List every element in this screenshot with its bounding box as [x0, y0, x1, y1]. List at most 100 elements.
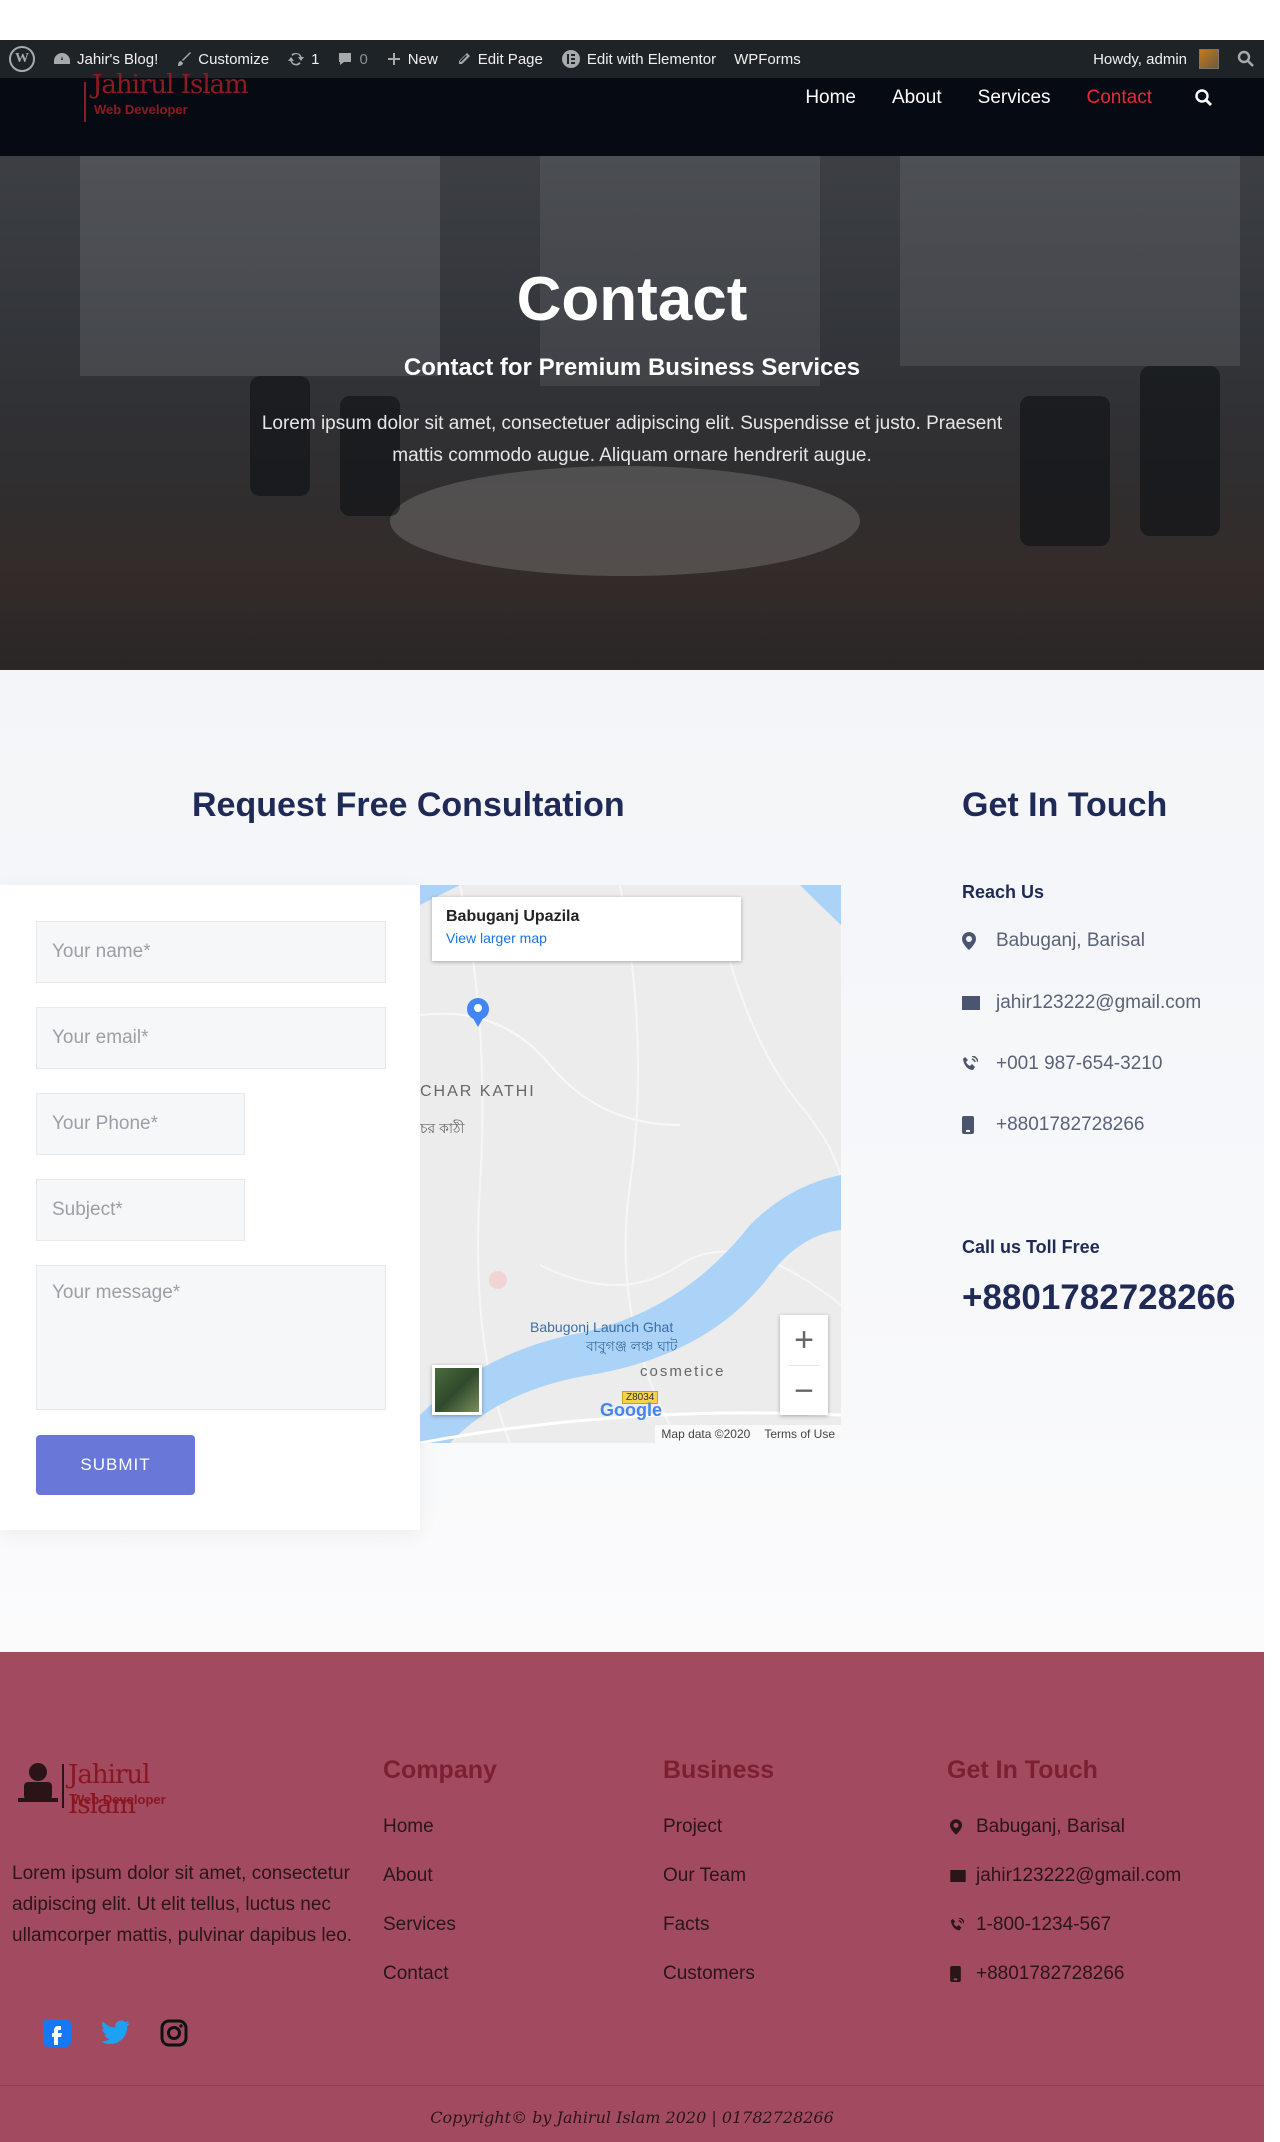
- map-label-launch-ghat: Babugonj Launch Ghat: [530, 1319, 674, 1335]
- customize-label: Customize: [198, 50, 270, 68]
- edit-page-link[interactable]: Edit Page: [447, 40, 552, 78]
- get-in-touch-title: Get In Touch: [962, 786, 1168, 824]
- brush-icon: [176, 51, 192, 67]
- zoom-in-button[interactable]: +: [780, 1315, 828, 1365]
- map-canvas: [420, 885, 841, 1443]
- footer-company-title: Company: [383, 1756, 497, 1784]
- nav-services[interactable]: Services: [960, 87, 1069, 109]
- copyright-text: Copyright© by Jahirul Islam 2020 | 01782…: [430, 2108, 834, 2127]
- map-place-title: Babuganj Upazila: [446, 908, 580, 925]
- contact-phone-text: +001 987-654-3210: [996, 1053, 1163, 1074]
- howdy-label: Howdy, admin: [1093, 50, 1187, 68]
- map-marker-icon: [962, 932, 996, 950]
- footer-link-customers[interactable]: Customers: [663, 1963, 755, 1985]
- wordpress-menu[interactable]: W: [0, 40, 44, 78]
- footer-link-about[interactable]: About: [383, 1865, 433, 1887]
- footer-logo-subtitle: Web Developer: [72, 1792, 166, 1807]
- footer-contact-address: Babuganj, Barisal: [950, 1816, 1125, 1838]
- email-field[interactable]: Your email*: [36, 1007, 386, 1069]
- consultation-form: Your name* Your email* Your Phone* Subje…: [0, 885, 420, 1530]
- google-logo: Google: [600, 1400, 662, 1421]
- hero-bg-chair: [1020, 396, 1110, 546]
- nav-search-icon[interactable]: [1170, 88, 1224, 108]
- top-strip: [0, 0, 1280, 40]
- message-field[interactable]: Your message*: [36, 1265, 386, 1410]
- phone-volume-icon: [962, 1056, 996, 1072]
- site-logo[interactable]: Jahirul Islam Web Developer: [30, 70, 250, 130]
- footer-link-services[interactable]: Services: [383, 1914, 456, 1936]
- footer-business-title: Business: [663, 1756, 775, 1784]
- edit-elementor-link[interactable]: Edit with Elementor: [552, 40, 725, 78]
- hero-bg-table: [390, 466, 860, 576]
- phone-field[interactable]: Your Phone*: [36, 1093, 245, 1155]
- wordpress-logo-icon: W: [9, 46, 35, 72]
- satellite-toggle[interactable]: [432, 1365, 482, 1415]
- updates-count: 1: [311, 50, 320, 68]
- contact-email-text: jahir123222@gmail.com: [996, 992, 1202, 1013]
- footer-contact-mobile[interactable]: +8801782728266: [950, 1963, 1124, 1985]
- twitter-icon[interactable]: [99, 2016, 133, 2050]
- edit-elementor-label: Edit with Elementor: [586, 50, 717, 68]
- footer-link-contact[interactable]: Contact: [383, 1963, 448, 1985]
- developer-avatar-icon: [18, 1763, 58, 1802]
- view-larger-map-link[interactable]: View larger map: [446, 930, 727, 946]
- footer-phone-text: 1-800-1234-567: [976, 1914, 1112, 1935]
- wpforms-link[interactable]: WPForms: [725, 40, 810, 78]
- footer-contact-title: Get In Touch: [947, 1756, 1098, 1784]
- facebook-icon[interactable]: [40, 2016, 74, 2050]
- footer-mobile-text: +8801782728266: [976, 1963, 1125, 1984]
- map-label-launch-ghat-bn: বাবুগঞ্জ লঞ্চ ঘাট: [586, 1338, 678, 1354]
- hero-subtitle: Contact for Premium Business Services: [403, 354, 861, 381]
- pencil-icon: [456, 51, 472, 67]
- submit-button[interactable]: SUBMIT: [36, 1435, 195, 1495]
- nav-about[interactable]: About: [874, 87, 960, 109]
- dashboard-icon: [53, 52, 71, 66]
- google-logo-text: Google: [600, 1400, 662, 1420]
- footer-description: Lorem ipsum dolor sit amet, consectetur …: [12, 1863, 353, 1946]
- instagram-icon[interactable]: [157, 2016, 191, 2050]
- plus-icon: [386, 51, 402, 67]
- footer-link-facts[interactable]: Facts: [663, 1914, 709, 1936]
- footer-link-project[interactable]: Project: [663, 1816, 722, 1838]
- comments-count: 0: [359, 50, 368, 68]
- terms-of-use-link[interactable]: Terms of Use: [764, 1427, 835, 1441]
- footer-logo[interactable]: Jahirul Islam Web Developer: [16, 1760, 206, 1820]
- map-attribution: Map data ©2020 Terms of Use: [655, 1425, 841, 1443]
- comments-link[interactable]: 0: [328, 40, 376, 78]
- adminbar-search[interactable]: [1228, 40, 1264, 78]
- account-menu[interactable]: Howdy, admin: [1084, 40, 1228, 78]
- nav-contact[interactable]: Contact: [1069, 87, 1170, 109]
- zoom-out-button[interactable]: −: [780, 1366, 828, 1416]
- map-label-char-kathi-bn: চর কাঠী: [420, 1120, 465, 1136]
- footer-contact-email[interactable]: jahir123222@gmail.com: [950, 1865, 1181, 1887]
- mobile-icon: [962, 1116, 996, 1134]
- toll-free-label: Call us Toll Free: [962, 1237, 1100, 1257]
- updates-link[interactable]: 1: [278, 40, 328, 78]
- message-placeholder: Your message*: [52, 1282, 181, 1303]
- logo-divider: [84, 82, 86, 122]
- contact-phone[interactable]: +001 987-654-3210: [962, 1053, 1162, 1075]
- footer-link-home[interactable]: Home: [383, 1816, 434, 1838]
- logo-subtitle: Web Developer: [94, 102, 188, 117]
- nav-home[interactable]: Home: [787, 87, 874, 109]
- toll-free-number[interactable]: +8801782728266: [962, 1278, 1236, 1318]
- adminbar-right: Howdy, admin: [1084, 40, 1264, 78]
- mobile-icon: [950, 1966, 976, 1982]
- name-field[interactable]: Your name*: [36, 921, 386, 983]
- new-label: New: [407, 50, 438, 68]
- contact-mobile[interactable]: +8801782728266: [962, 1114, 1144, 1136]
- hero-text: Lorem ipsum dolor sit amet, consectetuer…: [261, 413, 1003, 466]
- main-nav: Home About Services Contact: [787, 78, 1224, 118]
- map-label-char-kathi: CHAR KATHI: [420, 1083, 536, 1100]
- contact-email[interactable]: jahir123222@gmail.com: [962, 992, 1201, 1014]
- google-map[interactable]: CHAR KATHI চর কাঠী Babugonj Launch Ghat …: [420, 885, 841, 1443]
- footer-link-our-team[interactable]: Our Team: [663, 1865, 746, 1887]
- hero-bg-chair: [1140, 366, 1220, 536]
- subject-field[interactable]: Subject*: [36, 1179, 245, 1241]
- edit-page-label: Edit Page: [477, 50, 543, 68]
- email-placeholder: Your email*: [52, 1027, 149, 1048]
- footer-contact-phone[interactable]: 1-800-1234-567: [950, 1914, 1111, 1936]
- new-content-menu[interactable]: New: [377, 40, 447, 78]
- footer-logo-divider: [62, 1764, 64, 1808]
- avatar: [1199, 49, 1219, 69]
